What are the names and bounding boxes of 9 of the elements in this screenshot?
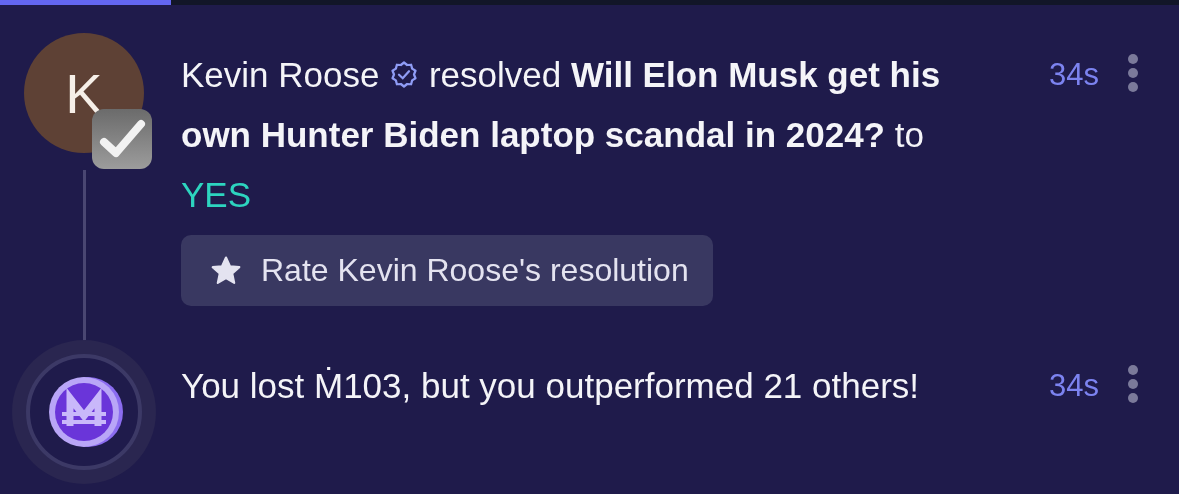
- notification-text: You lost Ṁ103, but you outperformed 21 others!: [181, 365, 921, 407]
- rate-resolution-button[interactable]: Rate Kevin Roose's resolution: [181, 235, 713, 306]
- more-options-icon[interactable]: [1127, 53, 1139, 93]
- timestamp: 34s: [1049, 57, 1099, 93]
- notification-text: Kevin Roose resolved Will Elon Musk get his own Hunter Biden laptop scandal in 2024? to YES: [181, 54, 942, 216]
- author-link[interactable]: Kevin Roose: [181, 55, 380, 94]
- timestamp: 34s: [1049, 368, 1099, 404]
- coin-icon: [12, 340, 156, 484]
- more-options-icon[interactable]: [1127, 364, 1139, 404]
